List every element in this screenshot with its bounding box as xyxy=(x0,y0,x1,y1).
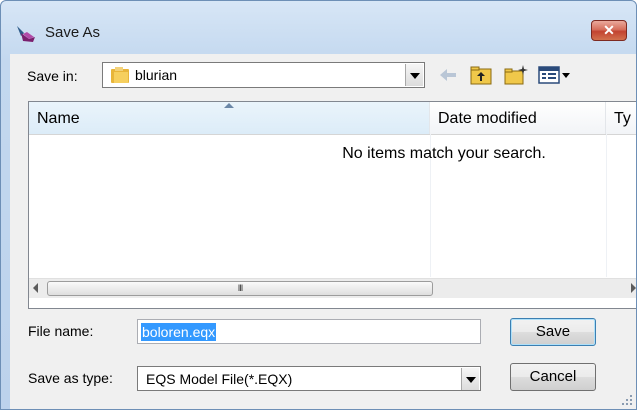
scroll-right-icon[interactable] xyxy=(631,283,636,293)
column-header-type[interactable]: Ty xyxy=(606,102,636,134)
chevron-down-icon[interactable] xyxy=(405,64,423,86)
title-bar[interactable]: Save As ✕ xyxy=(1,1,636,53)
close-button[interactable]: ✕ xyxy=(591,20,627,41)
save-in-value: blurian xyxy=(135,67,178,83)
file-name-value: boloren.eqx xyxy=(141,323,217,341)
file-list-header: Name Date modified Ty xyxy=(29,102,636,135)
window-title: Save As xyxy=(45,24,101,41)
file-name-label: File name: xyxy=(28,323,94,339)
new-folder-icon[interactable] xyxy=(503,64,529,86)
column-header-name[interactable]: Name xyxy=(29,102,430,134)
save-as-dialog: Save As ✕ Save in: blurian Name Date mod… xyxy=(0,0,637,410)
back-arrow-icon[interactable] xyxy=(437,64,459,86)
save-in-label: Save in: xyxy=(27,68,78,84)
pen-icon xyxy=(17,26,35,42)
folder-icon xyxy=(111,67,129,83)
chevron-down-icon[interactable] xyxy=(461,368,479,390)
save-as-type-label: Save as type: xyxy=(28,370,113,386)
resize-grip-icon[interactable] xyxy=(621,394,633,406)
save-button[interactable]: Save xyxy=(510,318,596,346)
horizontal-scrollbar[interactable]: III xyxy=(29,278,636,298)
save-as-type-dropdown[interactable]: EQS Model File(*.EQX) xyxy=(137,366,481,391)
sort-ascending-icon xyxy=(224,103,234,108)
column-header-date-modified[interactable]: Date modified xyxy=(430,102,606,134)
view-menu-icon[interactable] xyxy=(537,64,571,86)
scroll-left-icon[interactable] xyxy=(33,283,38,293)
file-name-input[interactable]: boloren.eqx xyxy=(137,319,481,344)
close-icon: ✕ xyxy=(603,22,615,38)
save-in-dropdown[interactable]: blurian xyxy=(102,62,425,88)
up-folder-icon[interactable] xyxy=(469,64,493,86)
save-as-type-value: EQS Model File(*.EQX) xyxy=(146,371,293,387)
empty-message: No items match your search. xyxy=(342,145,546,162)
file-list[interactable]: Name Date modified Ty No items match you… xyxy=(28,101,636,309)
scrollbar-thumb[interactable]: III xyxy=(47,281,433,296)
cancel-button[interactable]: Cancel xyxy=(510,363,596,391)
